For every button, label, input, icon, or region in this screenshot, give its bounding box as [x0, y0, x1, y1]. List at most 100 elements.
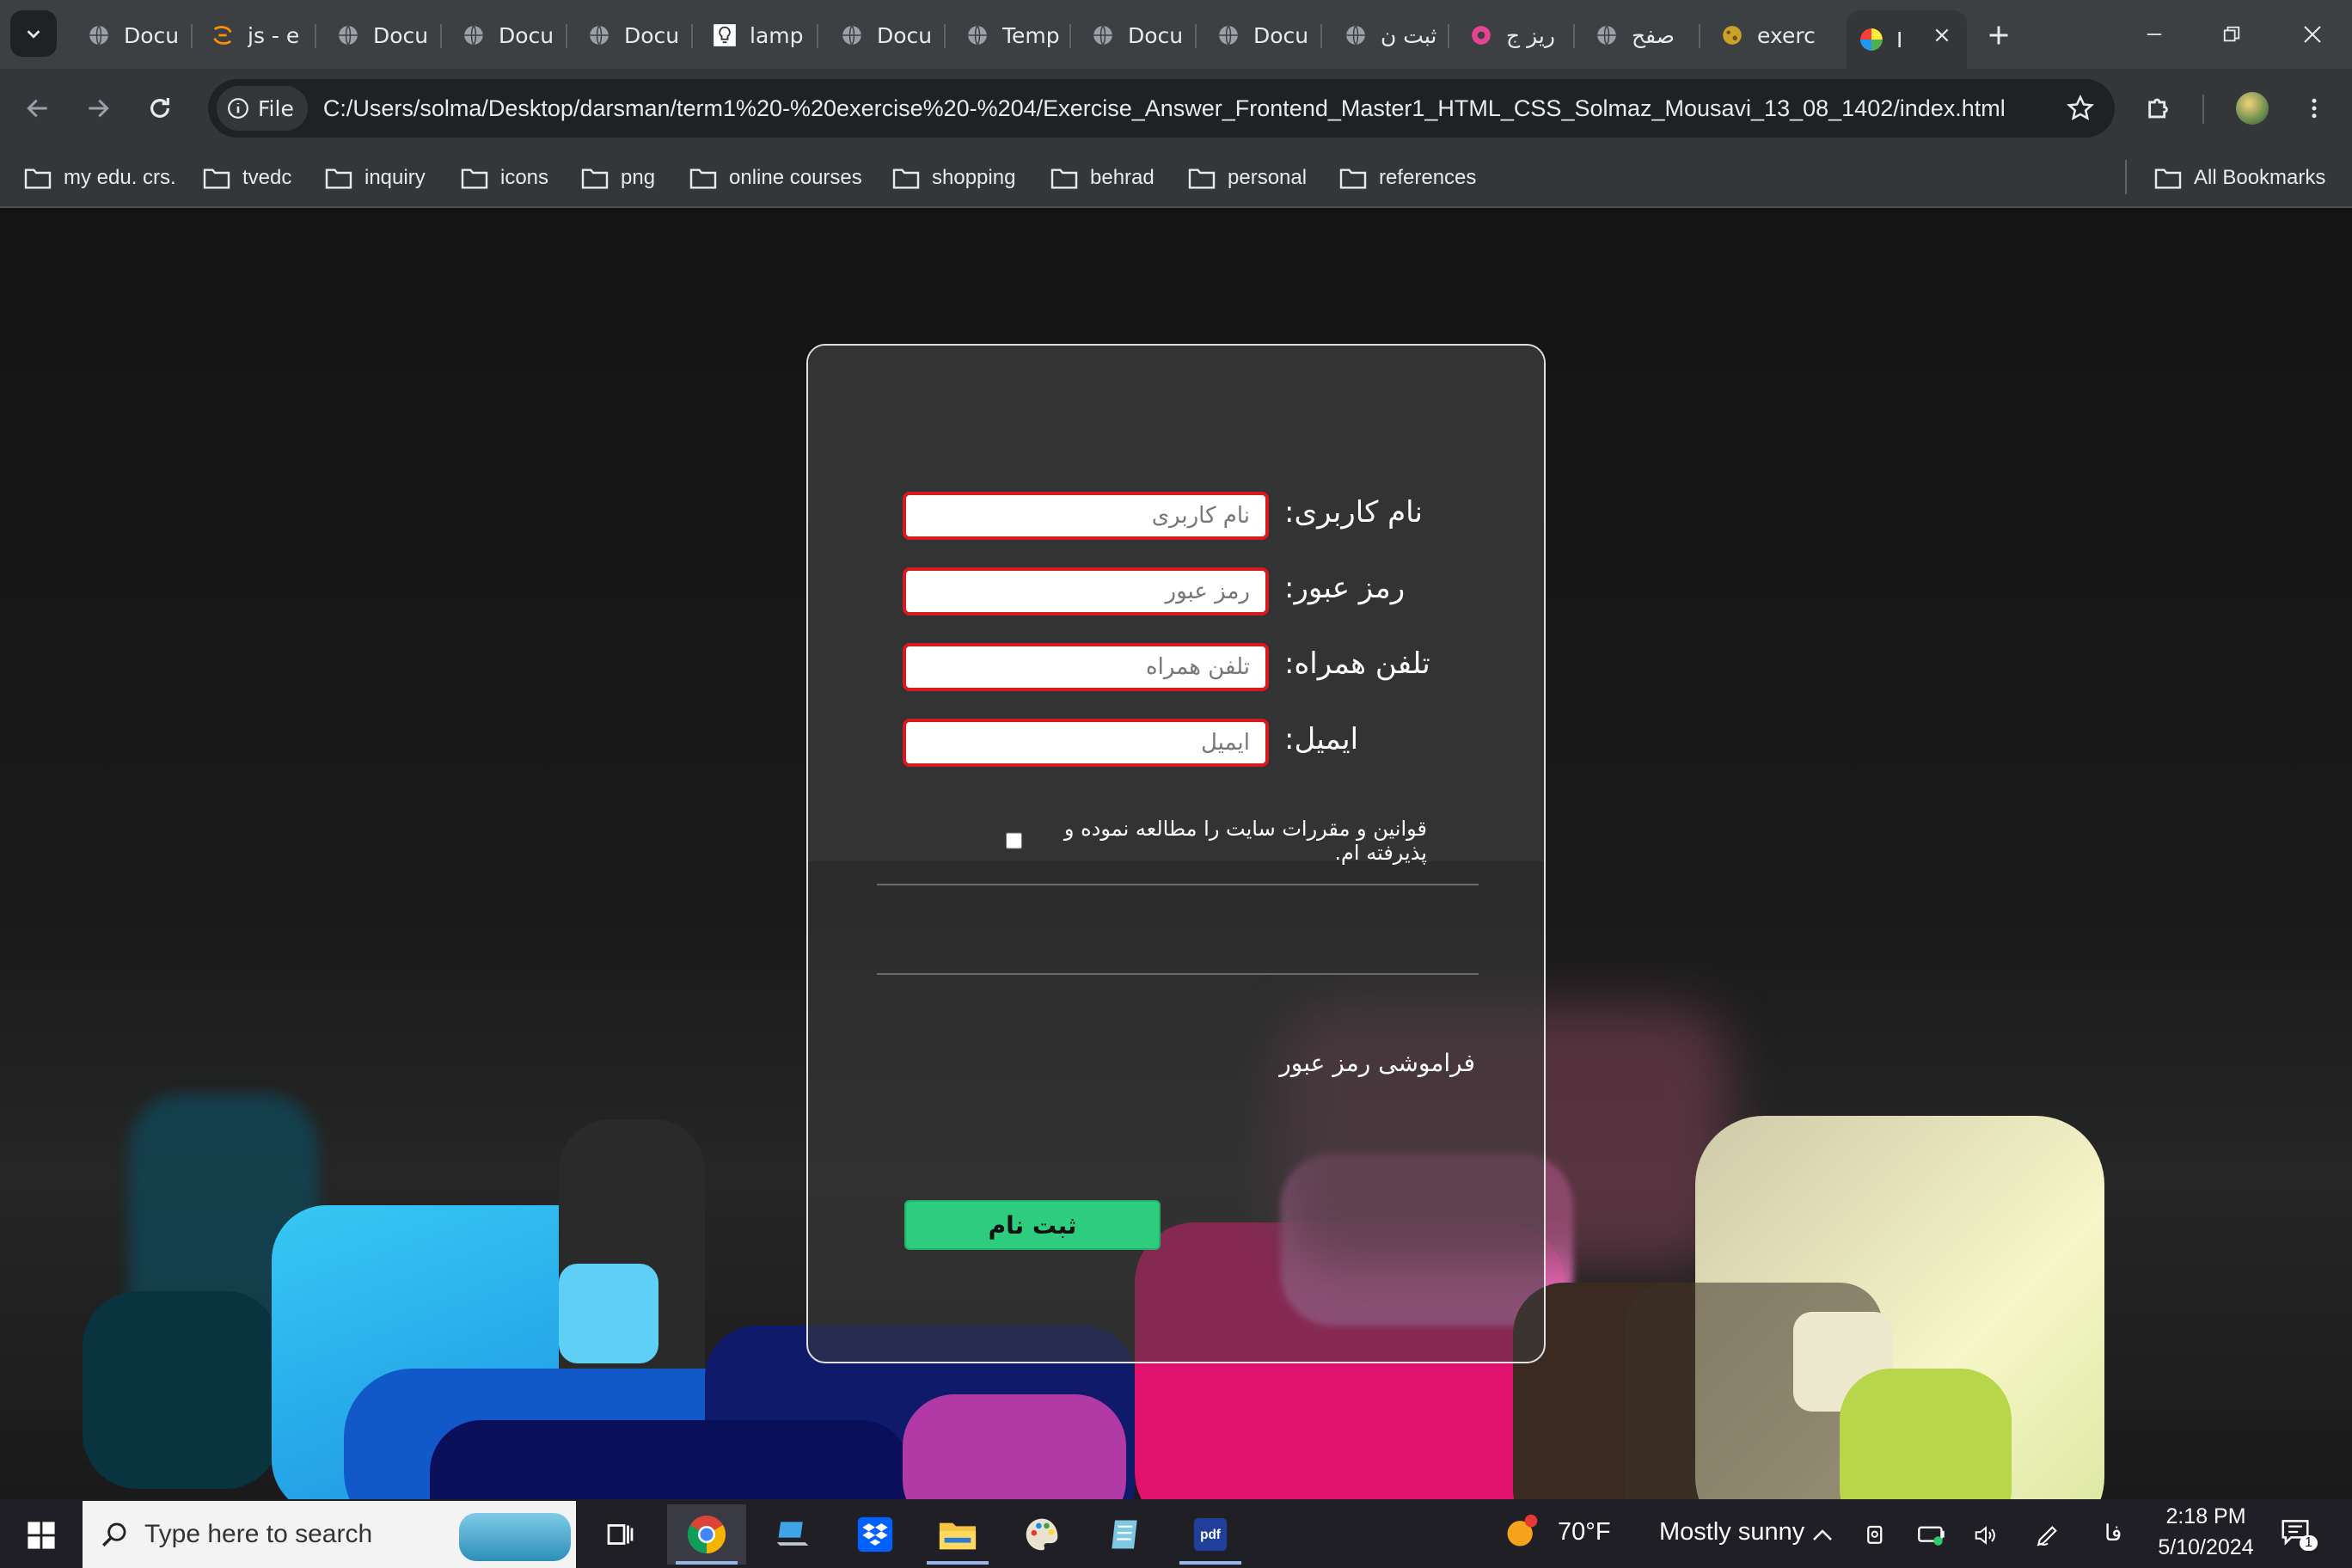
tab-title: Docu	[124, 22, 180, 48]
weather-condition[interactable]: Mostly sunny	[1659, 1518, 1804, 1547]
all-bookmarks[interactable]: All Bookmarks	[2154, 160, 2325, 196]
taskbar-notes-app[interactable]	[1085, 1504, 1164, 1565]
tab-title: js - e	[248, 22, 300, 48]
bookmark-folder[interactable]: references	[1339, 160, 1476, 196]
browser-tab[interactable]: Docu	[574, 10, 686, 60]
reload-button[interactable]	[134, 83, 186, 134]
more-vert-icon	[2312, 98, 2317, 119]
tray-pen-button[interactable]	[2029, 1516, 2067, 1554]
task-view-button[interactable]	[579, 1504, 658, 1565]
profile-button[interactable]	[2226, 83, 2278, 134]
avatar	[2236, 92, 2269, 125]
bookmark-star-button[interactable]	[2063, 91, 2098, 126]
extensions-button[interactable]	[2134, 83, 2185, 134]
taskbar-laptop-app[interactable]	[753, 1504, 832, 1565]
start-button[interactable]	[17, 1511, 65, 1559]
arrow-right-icon	[89, 99, 109, 118]
forgot-password-link[interactable]: فراموشی رمز عبور	[1279, 1049, 1475, 1077]
bookmark-folder[interactable]: behrad	[1050, 160, 1155, 196]
bookmark-folder[interactable]: inquiry	[325, 160, 426, 196]
taskbar-chrome[interactable]	[667, 1504, 746, 1565]
arrow-left-icon	[27, 99, 47, 118]
folder-icon	[689, 168, 717, 189]
palette-icon	[1026, 1518, 1058, 1551]
weather-button[interactable]	[1503, 1513, 1540, 1551]
dropbox-icon	[857, 1516, 893, 1553]
chrome-icon	[687, 1516, 726, 1553]
bookmark-folder[interactable]: personal	[1188, 160, 1307, 196]
show-hidden-icons-button[interactable]	[1804, 1516, 1841, 1554]
language-indicator[interactable]: فا	[2104, 1520, 2122, 1547]
tab-title: Docu	[1253, 22, 1309, 48]
bookmark-folder[interactable]: online courses	[689, 160, 862, 196]
site-info-chip[interactable]: File	[217, 86, 308, 131]
browser-tab[interactable]: صفح	[1582, 10, 1694, 60]
bookmark-folder[interactable]: shopping	[892, 160, 1015, 196]
folder-icon	[1188, 168, 1216, 189]
camera-icon	[1867, 1525, 1883, 1544]
browser-tab-active[interactable]: I	[1847, 10, 1967, 69]
weather-temperature[interactable]: 70°F	[1558, 1518, 1611, 1547]
browser-tab[interactable]: ریز ج	[1456, 10, 1568, 60]
close-tab-button[interactable]	[1929, 22, 1955, 48]
bookmark-folder[interactable]: png	[581, 160, 655, 196]
minimize-icon	[2147, 34, 2162, 35]
browser-tab[interactable]: lamp	[700, 10, 812, 60]
restore-button[interactable]	[2197, 9, 2266, 60]
taskbar-search[interactable]: Type here to search	[83, 1501, 576, 1568]
close-window-button[interactable]	[2278, 9, 2347, 60]
bookmark-folder[interactable]: icons	[461, 160, 548, 196]
forward-button[interactable]	[72, 83, 124, 134]
bookmarks-bar: my edu. crs. tvedc inquiry icons png online c…	[0, 148, 2352, 208]
browser-tab[interactable]: Docu	[323, 10, 435, 60]
tab-title: صفح	[1632, 22, 1675, 48]
browser-tab[interactable]: ثبت ن	[1331, 10, 1442, 60]
browser-tab[interactable]: Docu	[74, 10, 186, 60]
tray-volume-button[interactable]	[1967, 1516, 2005, 1554]
terms-checkbox[interactable]	[1006, 831, 1022, 850]
globe-icon	[461, 22, 487, 48]
username-label: نام کاربری:	[1284, 495, 1423, 530]
username-input[interactable]	[903, 492, 1269, 540]
menu-button[interactable]	[2288, 83, 2340, 134]
bookmark-label: png	[621, 166, 656, 189]
signup-submit-button[interactable]: ثبت نام	[904, 1200, 1161, 1250]
tray-battery-button[interactable]	[1914, 1516, 1951, 1554]
taskbar-dropbox[interactable]	[836, 1504, 915, 1565]
bookmark-label: behrad	[1090, 166, 1155, 189]
tab-search-button[interactable]	[10, 10, 57, 57]
taskbar-pdf-app[interactable]: pdf	[1171, 1504, 1250, 1565]
chevron-down-icon	[27, 30, 40, 39]
minimize-button[interactable]	[2120, 9, 2189, 60]
tab-separator	[1320, 24, 1322, 48]
browser-tab[interactable]: Docu	[827, 10, 939, 60]
taskbar-paint[interactable]	[1002, 1504, 1081, 1565]
clock-time[interactable]: 2:18 PM	[2163, 1504, 2249, 1529]
phone-input[interactable]	[903, 643, 1269, 691]
globe-icon	[1343, 22, 1369, 48]
globe-icon	[839, 22, 865, 48]
email-input[interactable]	[903, 719, 1269, 767]
address-bar[interactable]: File C:/Users/solma/Desktop/darsman/term…	[208, 79, 2115, 138]
tray-meet-button[interactable]	[1857, 1516, 1895, 1554]
browser-tab[interactable]: Docu	[449, 10, 560, 60]
back-button[interactable]	[12, 83, 64, 134]
bookmark-folder[interactable]: tvedc	[203, 160, 291, 196]
task-view-icon	[607, 1524, 634, 1545]
browser-tab[interactable]: exerc	[1707, 10, 1821, 60]
taskbar-file-explorer[interactable]	[918, 1504, 997, 1565]
globe-icon	[1090, 22, 1116, 48]
bookmark-label: references	[1379, 166, 1477, 189]
browser-tab[interactable]: js - e	[198, 10, 309, 60]
browser-tab[interactable]: Temp	[952, 10, 1064, 60]
browser-tab[interactable]: Docu	[1078, 10, 1190, 60]
bookmark-folder[interactable]: my edu. crs.	[24, 160, 176, 196]
password-input[interactable]	[903, 567, 1269, 616]
browser-tab[interactable]: Docu	[1204, 10, 1315, 60]
tab-separator	[1699, 24, 1700, 48]
clock-date[interactable]: 5/10/2024	[2154, 1535, 2257, 1560]
url-text[interactable]: C:/Users/solma/Desktop/darsman/term1%20-…	[323, 95, 2006, 122]
new-tab-button[interactable]	[1977, 14, 2020, 57]
close-icon	[2304, 26, 2321, 43]
notification-center-button[interactable]: 1	[2276, 1513, 2318, 1551]
